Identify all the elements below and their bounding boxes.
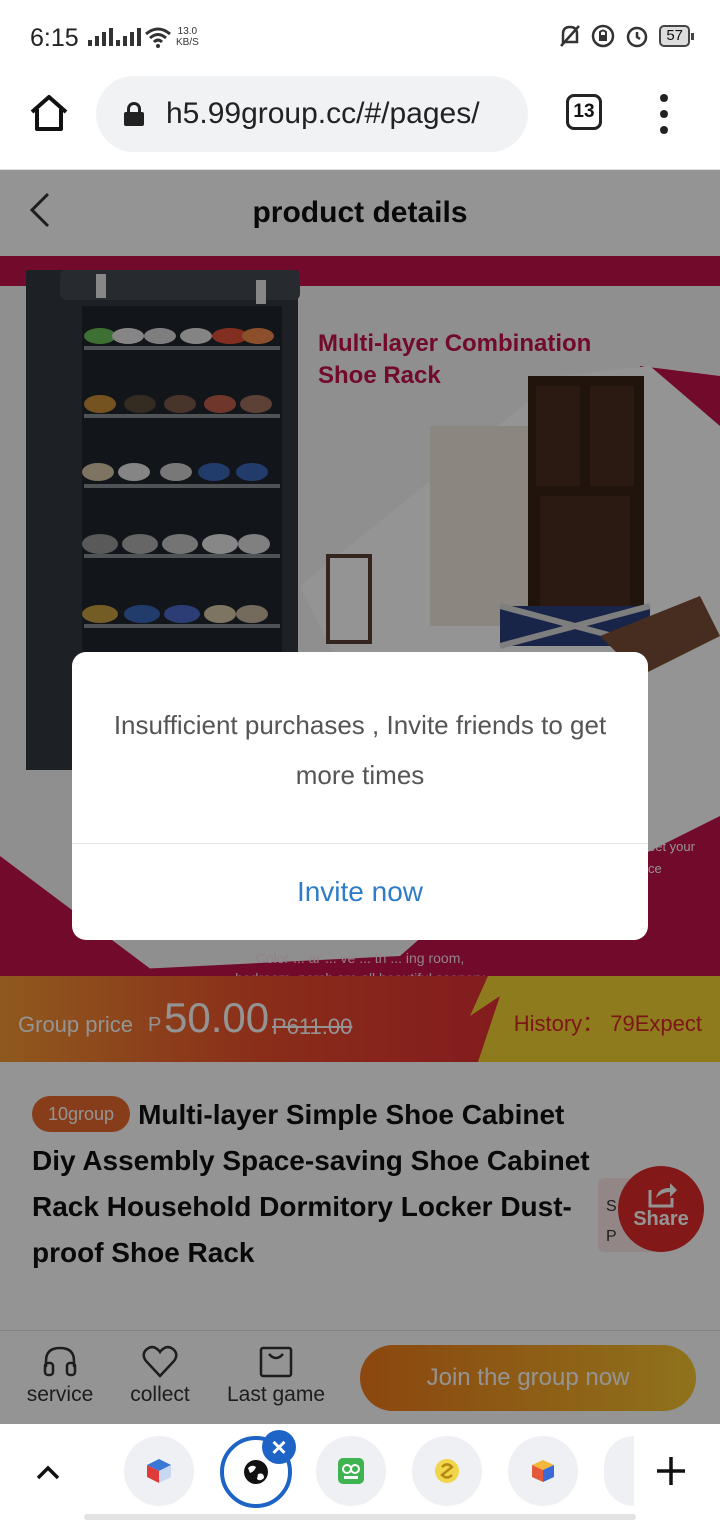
menu-icon[interactable]: [654, 94, 674, 134]
signal-icon: [116, 28, 141, 46]
globe-icon: [244, 1460, 268, 1484]
invite-dialog: Insufficient purchases , Invite friends …: [72, 652, 648, 940]
tab-thumbnail[interactable]: [124, 1436, 194, 1506]
tab-thumbnail[interactable]: [412, 1436, 482, 1506]
signal-icon: [88, 28, 113, 46]
url-text[interactable]: h5.99group.cc/#/pages/: [166, 97, 480, 131]
green-app-icon: [338, 1458, 364, 1484]
tab-thumbnail-partial[interactable]: [604, 1436, 634, 1506]
plus-icon[interactable]: [654, 1454, 688, 1488]
silent-icon: [560, 25, 581, 47]
lock-icon: [124, 102, 144, 126]
net-speed: 13.0 KB/S: [176, 26, 199, 48]
wifi-icon: [145, 27, 171, 48]
battery-icon: 57: [659, 25, 694, 47]
status-time: 6:15: [30, 24, 79, 52]
net-speed-value: 13.0: [177, 26, 198, 37]
box-app-icon: [532, 1460, 554, 1482]
rotation-lock-icon: [592, 24, 615, 48]
cube-app-icon: [147, 1459, 171, 1483]
tab-thumbnail[interactable]: [508, 1436, 578, 1506]
address-bar[interactable]: h5.99group.cc/#/pages/: [96, 76, 528, 152]
chevron-up-icon[interactable]: [34, 1460, 62, 1484]
invite-now-button[interactable]: Invite now: [72, 844, 648, 940]
home-icon[interactable]: [28, 92, 70, 134]
browser-tab-strip: ×: [0, 1424, 720, 1520]
dialog-message: Insufficient purchases , Invite friends …: [113, 710, 607, 790]
status-bar: 6:15 13.0 KB/S 57: [0, 0, 720, 76]
browser-toolbar: h5.99group.cc/#/pages/ 13: [0, 76, 720, 170]
tab-thumbnail[interactable]: [316, 1436, 386, 1506]
alarm-icon: [627, 26, 648, 48]
coin-app-icon: [435, 1459, 459, 1483]
tab-switcher-button[interactable]: 13: [566, 94, 602, 130]
net-speed-unit: KB/S: [176, 37, 199, 48]
close-tab-icon[interactable]: ×: [262, 1430, 296, 1464]
tab-strip-scrollbar[interactable]: [84, 1514, 636, 1520]
